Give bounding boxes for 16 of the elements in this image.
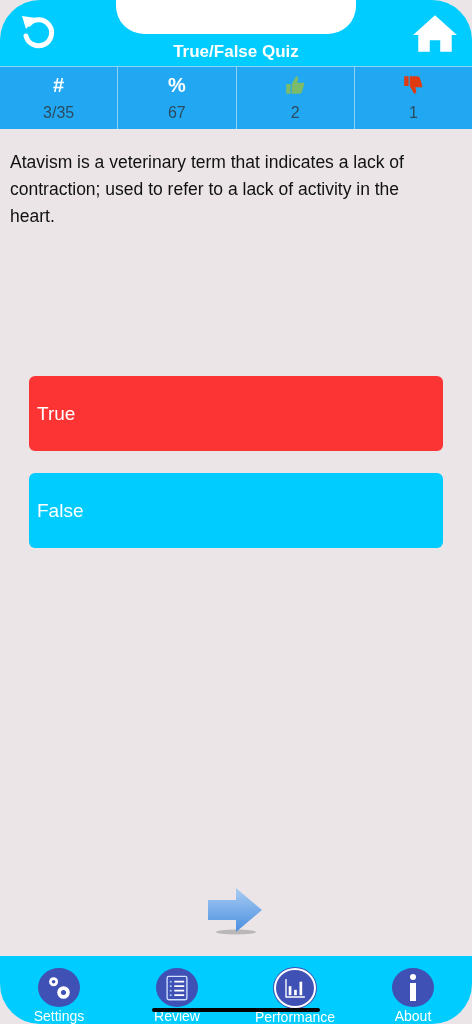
question-text: Atavism is a veterinary term that indicates a lack of contraction; used to refer to a lack of activity in the heart. <box>10 151 405 228</box>
answer-button[interactable]: True <box>29 376 443 451</box>
stat-label: % <box>167 73 186 97</box>
tab-button[interactable]: Settings <box>4 956 114 1024</box>
answer-button[interactable]: False <box>29 473 443 548</box>
stat-value: 3/35 <box>43 104 75 123</box>
stat-value: 1 <box>408 104 418 122</box>
screen-title: True/False Quiz <box>173 42 299 62</box>
stat-label: # <box>53 73 65 97</box>
stat-value: 67 <box>167 104 186 123</box>
home-icon[interactable] <box>412 13 458 53</box>
thumbs-up-icon <box>284 74 307 96</box>
stat-value: 2 <box>290 104 300 122</box>
info-icon <box>410 974 416 1001</box>
thumbs-down-icon <box>402 74 425 96</box>
tab-button[interactable]: About <box>358 956 468 1024</box>
